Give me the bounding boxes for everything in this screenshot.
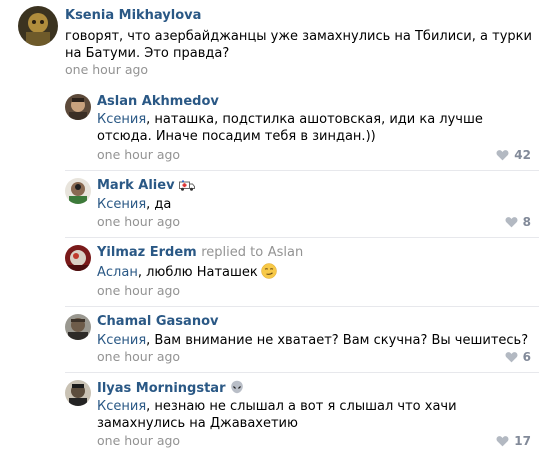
avatar[interactable] [65, 178, 91, 204]
like-button[interactable]: 8 [505, 214, 531, 230]
comment-time[interactable]: one hour ago [97, 214, 180, 230]
alien-icon [230, 380, 244, 399]
comment-text-body: , люблю Наташек [137, 265, 258, 280]
author-name[interactable]: Yilmaz Erdem [97, 245, 197, 260]
like-button[interactable]: 6 [505, 349, 531, 365]
comment-author[interactable]: Ksenia Mikhaylova [65, 8, 201, 24]
ambulance-icon [178, 180, 195, 196]
comment-text: говорят, что азербайджанцы уже замахнули… [65, 29, 532, 61]
comment-text: Ксения, незнаю не слышал а вот я слышал … [97, 398, 539, 432]
like-count: 6 [522, 350, 531, 364]
like-button[interactable]: 17 [496, 433, 531, 449]
mention-link[interactable]: Аслан [97, 265, 138, 280]
comment-author[interactable]: Ilyas Morningstar [97, 380, 244, 399]
comment-time[interactable]: one hour ago [97, 283, 180, 299]
comment-text-body: , незнаю не слышал а вот я слышал что ха… [97, 399, 457, 431]
replied-to-label: replied to [201, 245, 264, 260]
mention-link[interactable]: Ксения [97, 399, 146, 414]
divider [65, 306, 539, 307]
author-name[interactable]: Ilyas Morningstar [97, 381, 226, 396]
heart-icon [505, 217, 518, 228]
divider [65, 372, 539, 373]
comment-text-body: , Вам внимание не хватает? Вам скучна? В… [146, 333, 529, 348]
like-count: 42 [514, 148, 531, 162]
comment-author[interactable]: Yilmaz Erdem replied to Aslan [97, 245, 303, 261]
comment-text: Ксения, наташка, подстилка ашотовская, и… [97, 111, 539, 145]
author-name[interactable]: Mark Aliev [97, 178, 175, 193]
smirk-emoji-icon [261, 263, 277, 284]
avatar[interactable] [65, 94, 91, 120]
divider [65, 170, 539, 171]
comment-time[interactable]: one hour ago [97, 349, 180, 365]
comment-author[interactable]: Chamal Gasanov [97, 314, 218, 330]
comment-text-body: , да [146, 197, 172, 212]
heart-icon [496, 150, 509, 161]
like-count: 8 [522, 215, 531, 229]
comment-text: Ксения, да [97, 196, 539, 213]
replied-to-name[interactable]: Aslan [268, 245, 303, 260]
mention-link[interactable]: Ксения [97, 197, 146, 212]
heart-icon [505, 352, 518, 363]
like-count: 17 [514, 434, 531, 448]
mention-link[interactable]: Ксения [97, 112, 146, 127]
comment-text-body: , наташка, подстилка ашотовская, иди ка … [97, 112, 483, 144]
heart-icon [496, 436, 509, 447]
avatar[interactable] [65, 314, 91, 340]
comment-time[interactable]: one hour ago [97, 147, 180, 163]
mention-link[interactable]: Ксения [97, 333, 146, 348]
comment-text: Ксения, Вам внимание не хватает? Вам ску… [97, 332, 539, 349]
divider [65, 237, 539, 238]
avatar[interactable] [65, 245, 91, 271]
like-button[interactable]: 42 [496, 147, 531, 163]
comment-author[interactable]: Aslan Akhmedov [97, 94, 219, 110]
comment-time[interactable]: one hour ago [97, 433, 180, 449]
avatar[interactable] [18, 6, 58, 46]
comment-text: Аслан, люблю Наташек [97, 263, 539, 284]
comment-author[interactable]: Mark Aliev [97, 178, 195, 196]
avatar[interactable] [65, 380, 91, 406]
comment-time[interactable]: one hour ago [65, 62, 148, 78]
